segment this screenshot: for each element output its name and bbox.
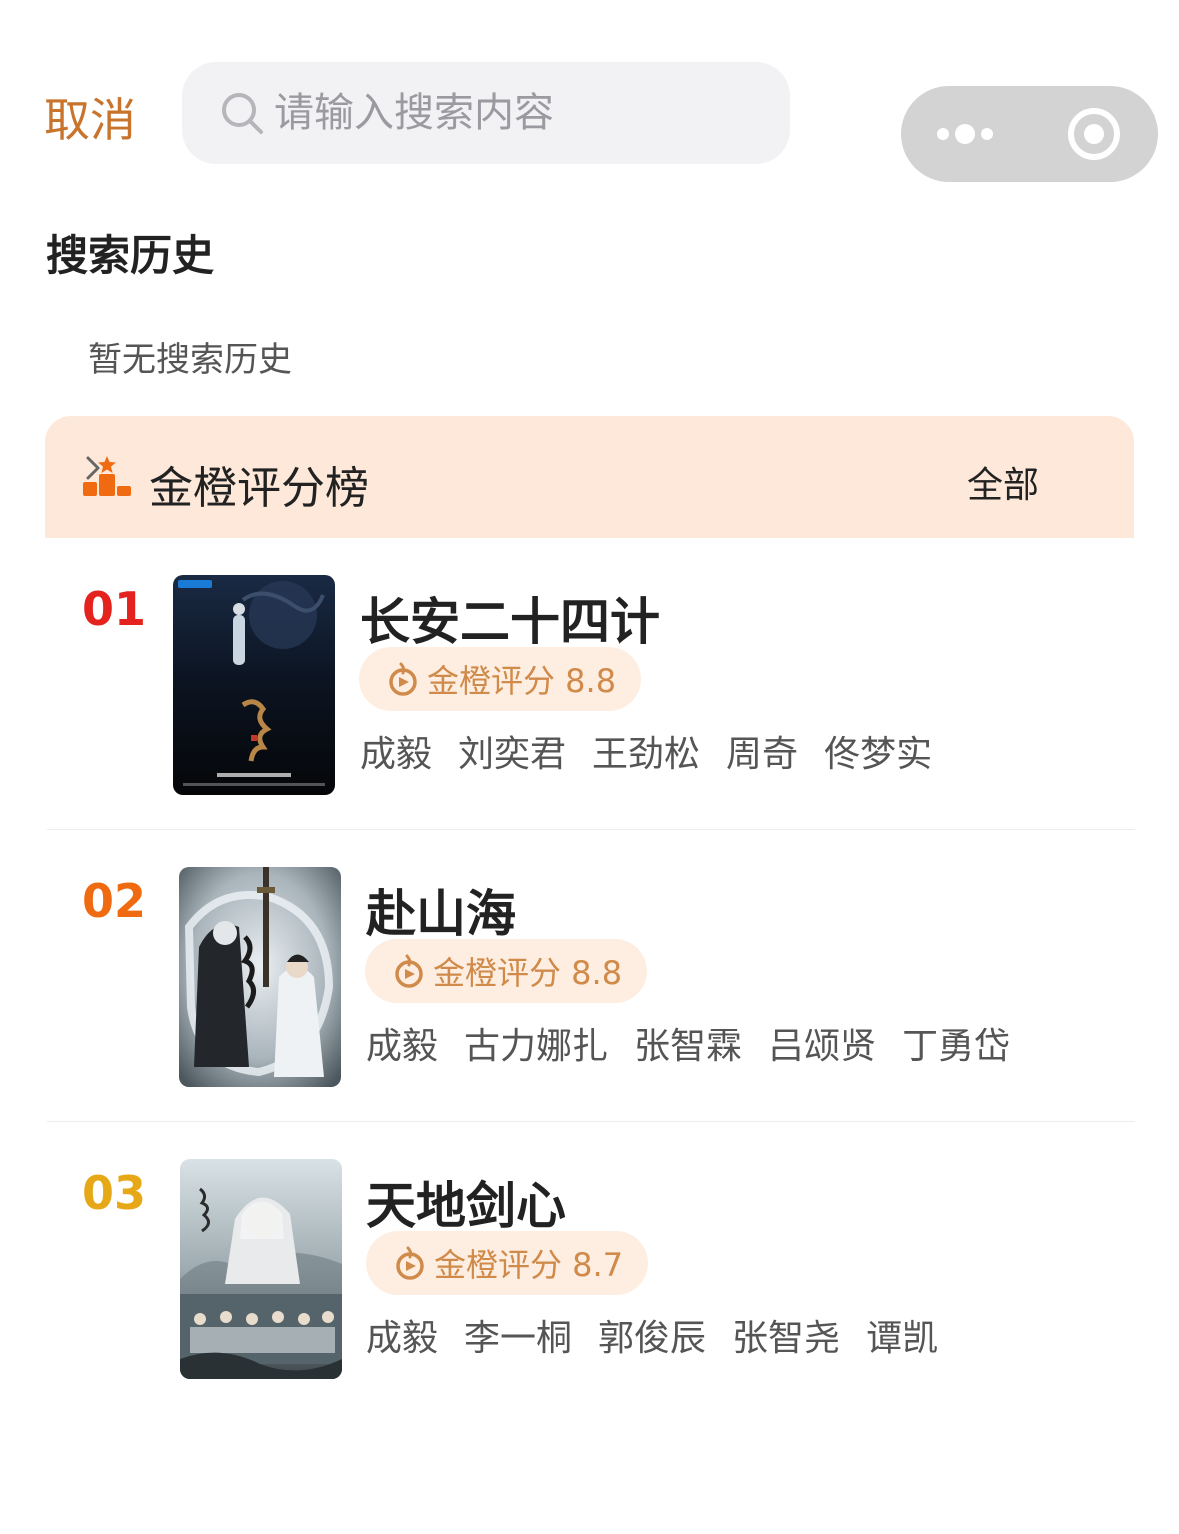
cast-member: 成毅 xyxy=(366,1026,439,1067)
cast-member: 张智霖 xyxy=(634,1026,743,1067)
rank-number: 01 xyxy=(82,582,147,636)
rank-number: 02 xyxy=(82,874,147,928)
show-title[interactable]: 长安二十四计 xyxy=(360,582,660,654)
poster-image[interactable] xyxy=(179,867,341,1087)
rating-text: 金橙评分 8.8 xyxy=(427,662,617,700)
ranking-header: 金橙评分榜 全部 xyxy=(45,416,1134,538)
top-bar: 取消 xyxy=(0,0,1179,200)
search-history-empty: 暂无搜索历史 xyxy=(88,340,292,380)
search-icon xyxy=(222,93,263,134)
mini-program-capsule xyxy=(901,86,1158,182)
rating-text: 金橙评分 8.8 xyxy=(433,954,623,992)
cast-member: 王劲松 xyxy=(592,734,701,775)
cast-member: 李一桐 xyxy=(464,1318,573,1359)
show-title[interactable]: 天地剑心 xyxy=(366,1166,566,1238)
poster-image[interactable] xyxy=(180,1159,342,1379)
orange-logo-icon xyxy=(396,1246,424,1280)
rating-text: 金橙评分 8.7 xyxy=(434,1246,624,1284)
cast-member: 谭凯 xyxy=(866,1318,939,1359)
cast-member: 刘奕君 xyxy=(458,734,567,775)
search-history-title: 搜索历史 xyxy=(46,231,215,280)
rating-badge: 金橙评分 8.8 xyxy=(359,647,641,711)
show-title[interactable]: 赴山海 xyxy=(366,874,516,946)
close-miniprogram-icon[interactable] xyxy=(1029,86,1158,182)
ranking-list-item[interactable]: 03 天地剑心 金橙评分 8.7 成毅 李一桐 郭俊辰 张智尧 谭凯 xyxy=(0,1122,1179,1414)
cast-list: 成毅 刘奕君 王劲松 周奇 佟梦实 xyxy=(360,725,932,777)
orange-logo-icon xyxy=(395,954,423,988)
cast-member: 周奇 xyxy=(726,734,799,775)
orange-logo-icon xyxy=(389,662,417,696)
chevron-right-icon[interactable] xyxy=(83,454,103,482)
rank-number: 03 xyxy=(82,1166,147,1220)
ranking-list-item[interactable]: 02 赴山海 金橙评分 8.8 成毅 古力娜扎 张智霖 吕颂贤 丁勇岱 xyxy=(0,830,1179,1122)
ranking-list-item[interactable]: 01 长安二十四计 金橙评分 8.8 成毅 刘奕君 王劲松 周奇 佟梦实 xyxy=(0,538,1179,830)
more-menu-icon[interactable] xyxy=(901,86,1029,182)
cast-member: 成毅 xyxy=(360,734,433,775)
cast-member: 古力娜扎 xyxy=(464,1026,609,1067)
cast-member: 佟梦实 xyxy=(824,734,933,775)
cast-member: 郭俊辰 xyxy=(598,1318,707,1359)
rating-badge: 金橙评分 8.8 xyxy=(365,939,647,1003)
search-input[interactable] xyxy=(274,90,754,136)
ranking-title: 金橙评分榜 xyxy=(149,463,369,514)
cancel-button[interactable]: 取消 xyxy=(44,84,136,150)
cast-member: 张智尧 xyxy=(732,1318,841,1359)
cast-member: 丁勇岱 xyxy=(902,1026,1011,1067)
cast-list: 成毅 李一桐 郭俊辰 张智尧 谭凯 xyxy=(366,1309,938,1361)
cast-member: 成毅 xyxy=(366,1318,439,1359)
poster-image[interactable] xyxy=(173,575,335,795)
cast-list: 成毅 古力娜扎 张智霖 吕颂贤 丁勇岱 xyxy=(366,1017,1010,1069)
rating-badge: 金橙评分 8.7 xyxy=(366,1231,648,1295)
cast-member: 吕颂贤 xyxy=(768,1026,877,1067)
ranking-all-link[interactable]: 全部 xyxy=(967,456,1039,508)
search-box[interactable] xyxy=(182,62,790,164)
